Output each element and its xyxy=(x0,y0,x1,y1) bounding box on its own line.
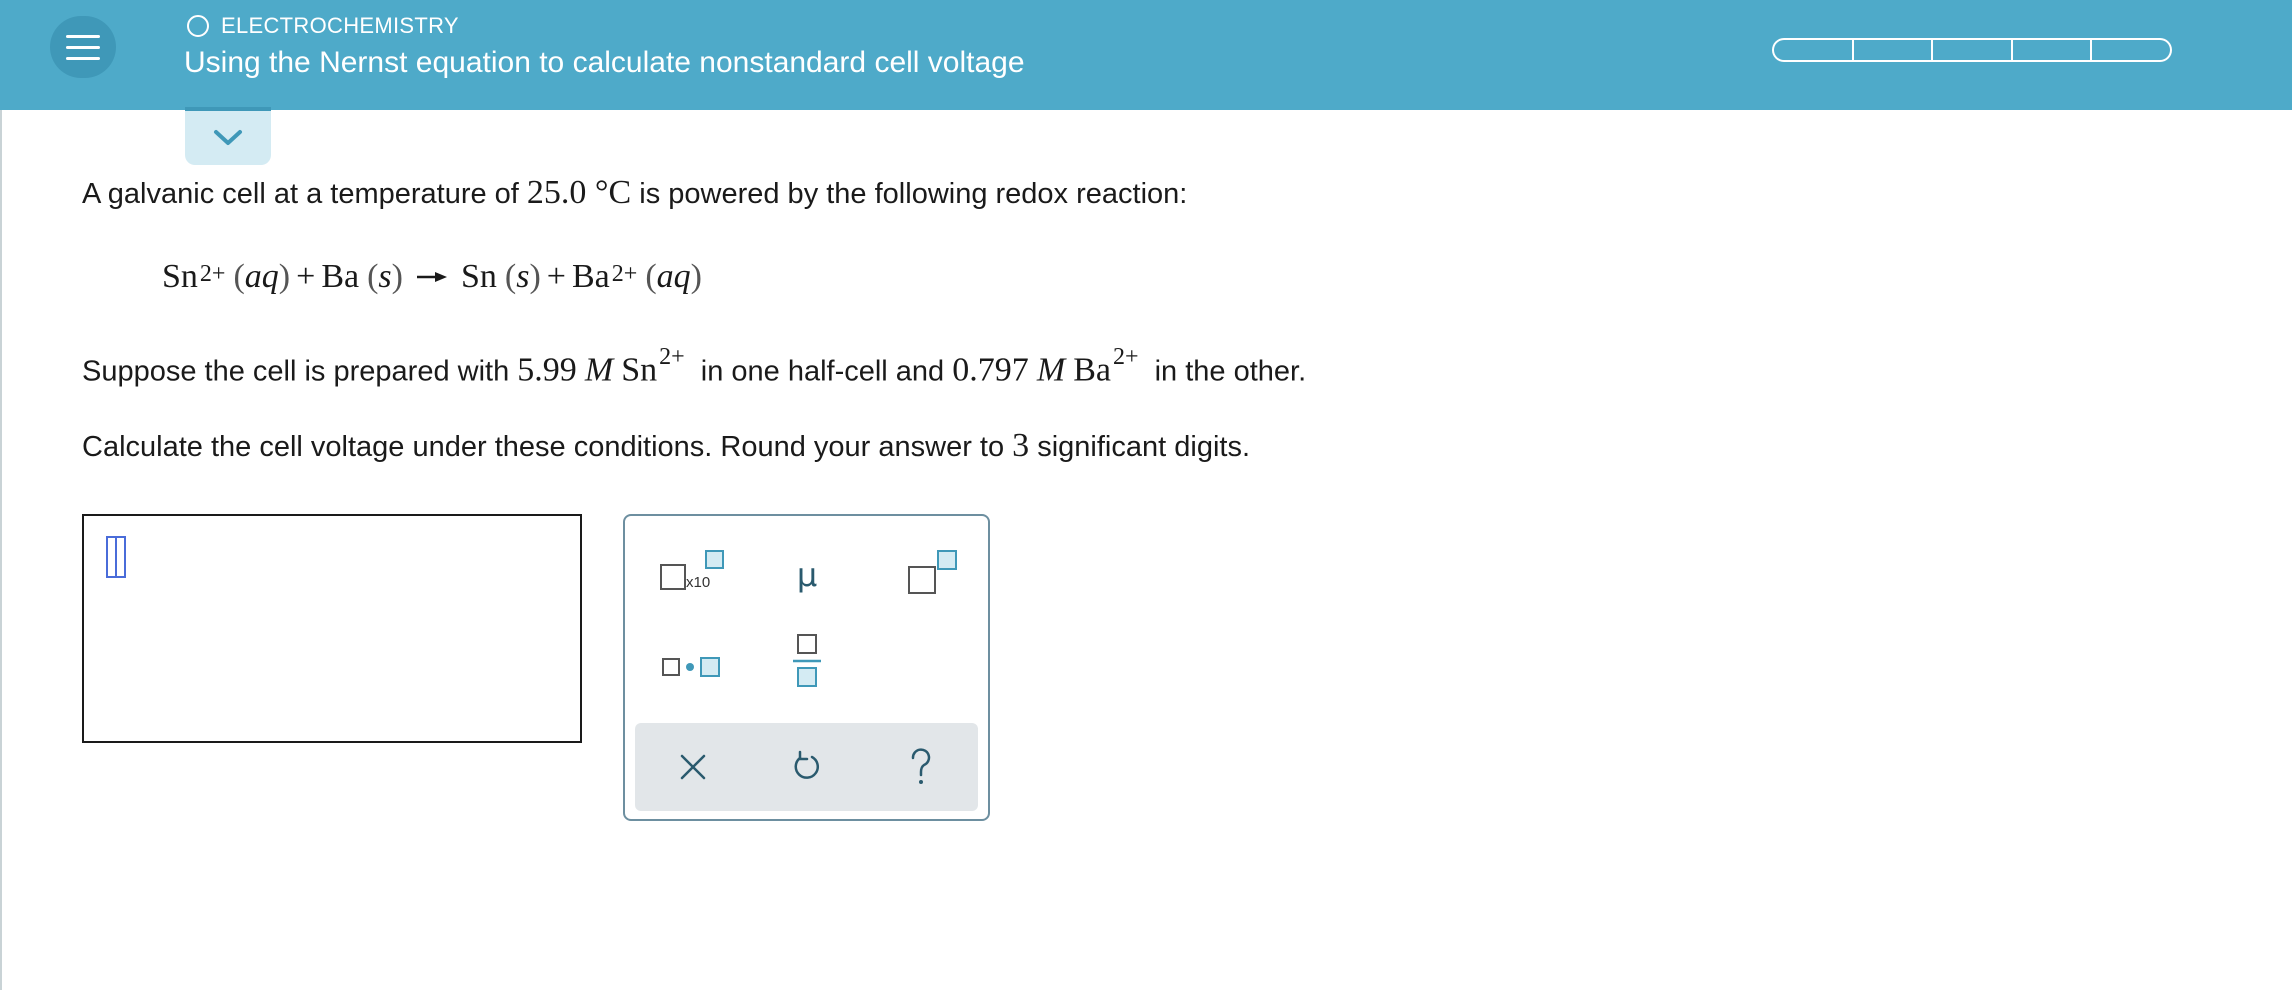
scientific-notation-button[interactable]: x10 xyxy=(651,540,731,610)
close-icon xyxy=(680,754,706,780)
menu-button[interactable] xyxy=(50,16,116,78)
left-border xyxy=(0,0,2,990)
hamburger-icon-line xyxy=(66,34,100,38)
ba-ion-charge: 2+ xyxy=(1112,344,1139,370)
sn-ion: Sn xyxy=(621,351,658,389)
progress-segment xyxy=(2011,38,2092,62)
answer-input[interactable] xyxy=(82,514,582,743)
micro-button[interactable]: μ xyxy=(767,540,847,610)
progress-segment xyxy=(1772,38,1853,62)
intro-text-after: is powered by the following redox reacti… xyxy=(631,178,1188,210)
reactant-ba: Ba xyxy=(321,258,360,295)
hamburger-icon-line xyxy=(66,56,100,60)
hamburger-icon-line xyxy=(66,45,100,49)
progress-bar xyxy=(1772,38,2172,62)
problem-concentrations: Suppose the cell is prepared with 5.99 M… xyxy=(82,344,1307,390)
math-palette: x10 μ xyxy=(623,514,990,821)
state-s: s xyxy=(378,258,392,295)
header-bar: ELECTROCHEMISTRY Using the Nernst equati… xyxy=(0,0,2292,110)
paren-open: ( xyxy=(504,258,517,295)
problem-instruction: Calculate the cell voltage under these c… xyxy=(82,427,1250,465)
calc-text-1: Calculate the cell voltage under these c… xyxy=(82,431,1013,463)
prep-text-3: in the other. xyxy=(1146,355,1307,388)
product-sn: Sn xyxy=(460,258,497,295)
problem-intro: A galvanic cell at a temperature of 25.0… xyxy=(82,174,1187,212)
molar-unit: M xyxy=(584,351,614,389)
circle-outline-icon xyxy=(187,15,209,37)
paren-close: ) xyxy=(278,258,291,295)
molar-unit: M xyxy=(1036,351,1066,389)
product-ba-charge: 2+ xyxy=(611,261,638,287)
collapse-toggle-button[interactable] xyxy=(185,107,271,165)
paren-close: ) xyxy=(529,258,541,295)
significant-digits-count: 3 xyxy=(1012,427,1030,464)
paren-close: ) xyxy=(690,258,702,295)
micro-symbol: μ xyxy=(796,556,818,594)
topic-row: ELECTROCHEMISTRY xyxy=(187,12,459,40)
x10-label: x10 xyxy=(686,574,710,591)
state-s: s xyxy=(516,258,530,295)
help-button[interactable] xyxy=(881,733,961,801)
undo-icon xyxy=(794,750,819,779)
reaction-arrow-icon xyxy=(416,272,447,282)
state-aq: aq xyxy=(656,258,691,295)
fraction-icon xyxy=(793,634,821,687)
clear-button[interactable] xyxy=(653,733,733,801)
intro-text-before: A galvanic cell at a temperature of xyxy=(82,178,527,210)
prep-text-2: in one half-cell and xyxy=(692,355,953,388)
palette-footer xyxy=(635,723,978,811)
reactant-sn-charge: 2+ xyxy=(199,261,226,287)
paren-open: ( xyxy=(233,258,245,295)
question-mark-icon xyxy=(911,748,931,784)
temperature-value: 25.0 °C xyxy=(526,174,632,211)
multiply-dot-icon xyxy=(662,657,720,677)
paren-open: ( xyxy=(367,258,379,295)
reactant-sn: Sn xyxy=(162,258,198,295)
page-title: Using the Nernst equation to calculate n… xyxy=(184,46,1025,79)
multiply-dot-button[interactable] xyxy=(651,632,731,702)
product-ba: Ba xyxy=(571,258,610,295)
redox-reaction-equation: Sn 2+ (aq) + Ba (s) Sn (s) + Ba 2+ (aq) xyxy=(162,258,702,296)
paren-open: ( xyxy=(645,258,657,295)
undo-button[interactable] xyxy=(767,733,847,801)
superscript-button[interactable] xyxy=(891,540,971,610)
calc-text-2: significant digits. xyxy=(1029,431,1250,463)
fraction-button[interactable] xyxy=(767,626,847,696)
sn-concentration: 5.99 xyxy=(517,351,577,389)
progress-segment xyxy=(1852,38,1933,62)
superscript-icon xyxy=(908,550,957,594)
sn-ion-charge: 2+ xyxy=(659,344,685,370)
chevron-down-icon xyxy=(214,130,242,145)
progress-segment xyxy=(1932,38,2012,62)
topic-label: ELECTROCHEMISTRY xyxy=(221,13,459,38)
state-aq: aq xyxy=(244,258,279,295)
plus-sign: + xyxy=(546,258,566,295)
paren-close: ) xyxy=(391,258,403,295)
prep-text-1: Suppose the cell is prepared with xyxy=(82,355,518,388)
plus-sign: + xyxy=(296,258,316,295)
ba-concentration: 0.797 xyxy=(952,351,1029,389)
scientific-notation-icon: x10 xyxy=(660,550,724,591)
progress-segment xyxy=(2091,38,2172,62)
ba-ion: Ba xyxy=(1073,351,1111,389)
input-cursor-placeholder[interactable] xyxy=(106,536,126,578)
